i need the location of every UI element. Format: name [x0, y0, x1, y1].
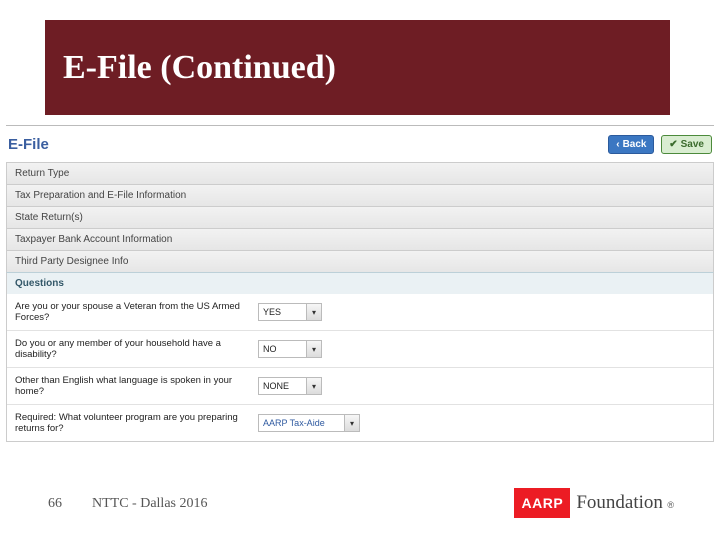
question-label: Required: What volunteer program are you… [15, 412, 250, 434]
aarp-logo-box: AARP [514, 488, 570, 518]
save-button[interactable]: ✔ Save [661, 135, 712, 154]
question-select-disability[interactable]: NO ▾ [258, 340, 322, 358]
question-label: Other than English what language is spok… [15, 375, 250, 397]
slide-title: E-File (Continued) [63, 49, 336, 87]
section-questions[interactable]: Questions [6, 272, 714, 294]
section-state-returns[interactable]: State Return(s) [6, 206, 714, 228]
select-value: NONE [258, 377, 306, 395]
chevron-left-icon: ‹ [616, 139, 619, 150]
footer-note: NTTC - Dallas 2016 [92, 496, 207, 512]
select-value: YES [258, 303, 306, 321]
section-tax-prep-efile-info[interactable]: Tax Preparation and E-File Information [6, 184, 714, 206]
question-row: Do you or any member of your household h… [7, 331, 713, 368]
question-row: Required: What volunteer program are you… [7, 405, 713, 441]
select-value: AARP Tax-Aide [258, 414, 344, 432]
chevron-down-icon: ▾ [344, 414, 360, 432]
page-number: 66 [48, 496, 62, 512]
question-row: Are you or your spouse a Veteran from th… [7, 294, 713, 331]
chevron-down-icon: ▾ [306, 340, 322, 358]
back-button[interactable]: ‹ Back [608, 135, 654, 154]
question-label: Are you or your spouse a Veteran from th… [15, 301, 250, 323]
foundation-word: Foundation [576, 492, 663, 513]
section-return-type[interactable]: Return Type [6, 162, 714, 184]
chevron-down-icon: ▾ [306, 377, 322, 395]
question-select-veteran[interactable]: YES ▾ [258, 303, 322, 321]
section-third-party-designee[interactable]: Third Party Designee Info [6, 250, 714, 272]
registered-icon: ® [667, 500, 674, 510]
question-label: Do you or any member of your household h… [15, 338, 250, 360]
save-button-label: Save [681, 139, 704, 150]
divider [6, 125, 714, 126]
question-row: Other than English what language is spok… [7, 368, 713, 405]
app-header-row: E-File ‹ Back ✔ Save [6, 132, 714, 162]
aarp-foundation-logo: AARP Foundation ® [514, 488, 674, 518]
foundation-word-wrap: Foundation ® [576, 492, 674, 514]
check-icon: ✔ [669, 139, 677, 150]
select-value: NO [258, 340, 306, 358]
app-page-title: E-File [8, 136, 49, 153]
questions-block: Are you or your spouse a Veteran from th… [6, 294, 714, 442]
section-bank-account-info[interactable]: Taxpayer Bank Account Information [6, 228, 714, 250]
slide-title-bar: E-File (Continued) [45, 20, 670, 115]
question-select-volunteer-program[interactable]: AARP Tax-Aide ▾ [258, 414, 360, 432]
back-button-label: Back [623, 139, 647, 150]
question-select-language[interactable]: NONE ▾ [258, 377, 322, 395]
action-buttons: ‹ Back ✔ Save [604, 135, 712, 154]
efile-app-screenshot: E-File ‹ Back ✔ Save Return Type Tax Pre… [6, 125, 714, 442]
chevron-down-icon: ▾ [306, 303, 322, 321]
